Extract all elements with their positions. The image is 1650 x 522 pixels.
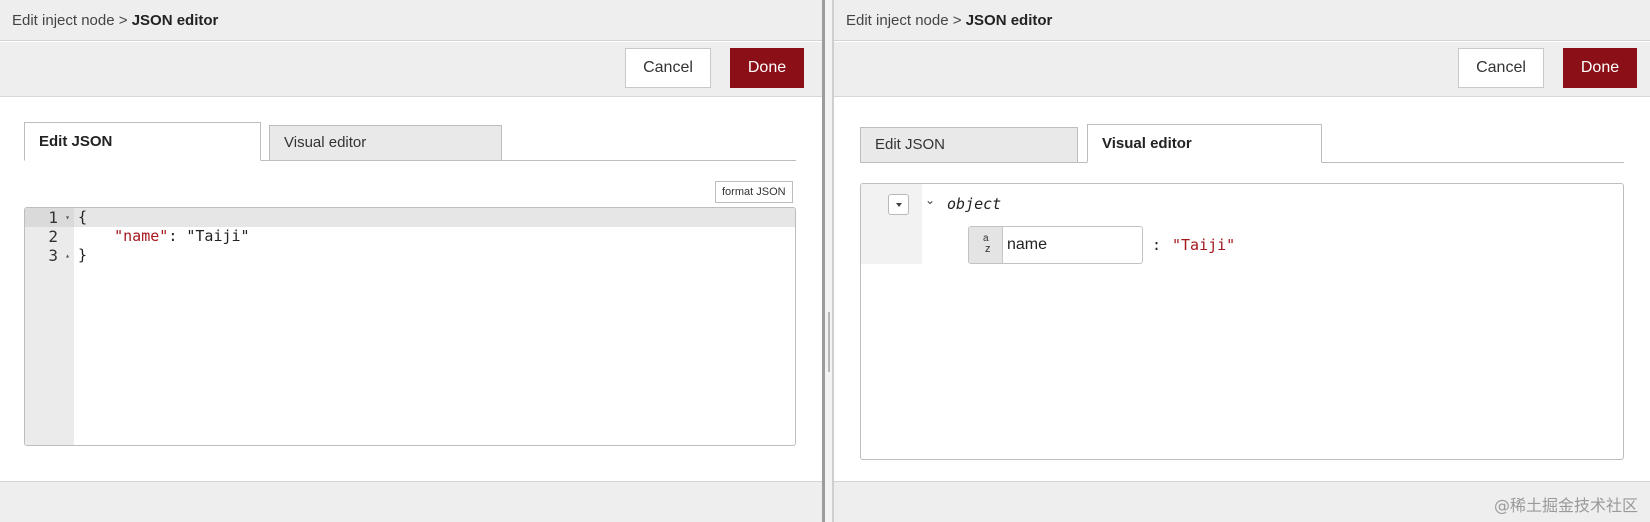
right-editor-panel: Edit inject node > JSON editor Cancel Do… xyxy=(834,0,1650,522)
breadcrumb-separator: > xyxy=(118,12,128,29)
json-key: "name" xyxy=(114,227,169,245)
breadcrumb: Edit inject node > JSON editor xyxy=(0,0,822,41)
dialog-toolbar: Cancel Done xyxy=(834,42,1650,97)
collapse-toggle-button[interactable] xyxy=(888,194,909,215)
breadcrumb-current: JSON editor xyxy=(131,12,219,29)
property-key-field: a z xyxy=(968,226,1143,264)
key-type-button[interactable]: a z xyxy=(969,227,1003,263)
tab-edit-json[interactable]: Edit JSON xyxy=(24,122,261,161)
breadcrumb-current: JSON editor xyxy=(965,12,1053,29)
line-number: 1 ▾ xyxy=(48,208,70,227)
code-line: { xyxy=(78,208,88,226)
breadcrumb-parent[interactable]: Edit inject node xyxy=(846,12,949,29)
editor-tabs: Edit JSON Visual editor xyxy=(24,121,796,161)
dialog-footer xyxy=(0,481,822,522)
done-button[interactable]: Done xyxy=(1563,48,1637,88)
tab-visual-editor[interactable]: Visual editor xyxy=(1087,124,1322,163)
cancel-button[interactable]: Cancel xyxy=(625,48,711,88)
active-line-highlight xyxy=(25,208,795,227)
tab-visual-editor[interactable]: Visual editor xyxy=(269,125,502,161)
visual-json-tree: ⌄ object a z : "Taiji" xyxy=(860,183,1624,460)
dialog-toolbar: Cancel Done xyxy=(0,42,822,97)
editor-tabs: Edit JSON Visual editor xyxy=(860,123,1624,163)
code-line: "name": "Taiji" xyxy=(78,227,250,246)
object-type-label: object xyxy=(947,195,1002,213)
format-json-button[interactable]: format JSON xyxy=(715,181,793,203)
watermark-text: @稀土掘金技术社区 xyxy=(1493,496,1638,515)
caret-down-icon xyxy=(896,203,902,207)
split-divider[interactable] xyxy=(822,0,834,522)
json-value: "Taiji" xyxy=(186,227,250,245)
splitter-grip-handle[interactable] xyxy=(828,312,830,372)
line-number: 2 xyxy=(48,227,58,246)
property-value[interactable]: "Taiji" xyxy=(1172,236,1235,254)
json-separator: : xyxy=(168,227,187,245)
breadcrumb-parent[interactable]: Edit inject node xyxy=(12,12,115,29)
code-line: } xyxy=(78,246,88,264)
done-button[interactable]: Done xyxy=(730,48,804,88)
property-key-input[interactable] xyxy=(1004,227,1142,263)
fold-toggle-icon[interactable]: ▴ xyxy=(65,246,70,265)
key-value-separator: : xyxy=(1152,236,1162,254)
chevron-down-icon[interactable]: ⌄ xyxy=(925,193,935,207)
left-editor-panel: Edit inject node > JSON editor Cancel Do… xyxy=(0,0,822,522)
breadcrumb-separator: > xyxy=(952,12,962,29)
line-number-gutter: 1 ▾ 2 3 ▴ xyxy=(25,208,74,445)
line-number: 3 ▴ xyxy=(48,246,70,265)
cancel-button[interactable]: Cancel xyxy=(1458,48,1544,88)
fold-toggle-icon[interactable]: ▾ xyxy=(65,208,70,227)
json-code-editor[interactable]: 1 ▾ 2 3 ▴ { "name": "Taiji" } xyxy=(24,207,796,446)
tab-edit-json[interactable]: Edit JSON xyxy=(860,127,1078,163)
breadcrumb: Edit inject node > JSON editor xyxy=(834,0,1650,41)
